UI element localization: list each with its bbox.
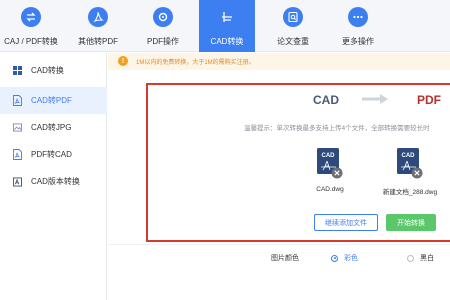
toolbar-label: CAD转换: [210, 37, 244, 46]
toolbar-caj-pdf-convert[interactable]: CAJ / PDF转换: [3, 0, 59, 52]
notice-text: 1M以内的免费转换，大于1M的需购买注册。: [136, 60, 255, 66]
gear-icon: [153, 7, 173, 27]
sidebar-item-label: CAD版本转换: [31, 177, 80, 186]
file-name: 新建文档_288.dwg: [382, 189, 438, 196]
radio-color[interactable]: 彩色: [331, 253, 358, 263]
arrow-right-icon: [362, 94, 388, 106]
toolbar-more-actions[interactable]: 更多操作: [330, 0, 386, 52]
dwg-file-icon: CAD: [317, 148, 343, 180]
sidebar-item-label: CAD转换: [31, 66, 64, 75]
cad-version-icon: [13, 176, 22, 187]
toolbar-label: CAJ / PDF转换: [4, 37, 58, 46]
sidebar-item-cad-convert[interactable]: CAD转换: [0, 57, 107, 84]
toolbar-paper-check[interactable]: 论文查重: [265, 0, 321, 52]
file-icon-text: CAD: [322, 153, 336, 159]
toolbar-other-to-pdf[interactable]: 其他转PDF: [70, 0, 126, 52]
file-name: CAD.dwg: [316, 186, 344, 193]
sidebar-item-pdf-to-cad[interactable]: PDF转CAD: [0, 141, 107, 168]
conversion-panel: CAD PDF 温馨提示：单次转换最多支持上传4个文件，全部转换需要较长时 CA…: [146, 83, 450, 242]
toolbar-pdf-operations[interactable]: PDF操作: [135, 0, 191, 52]
sidebar-item-label: CAD转PDF: [31, 96, 72, 105]
target-format: PDF: [417, 93, 441, 107]
tip-text: 温馨提示：单次转换最多支持上传4个文件，全部转换需要较长时: [244, 125, 430, 132]
more-icon: [348, 7, 368, 27]
sidebar-item-cad-to-jpg[interactable]: CAD转JPG: [0, 114, 107, 141]
image-color-label: 图片颜色: [271, 255, 299, 262]
sidebar-item-label: CAD转JPG: [31, 123, 72, 132]
sidebar-item-label: PDF转CAD: [31, 150, 72, 159]
file-card[interactable]: CAD CAD.dwg: [295, 148, 365, 193]
toolbar-label: 更多操作: [342, 37, 374, 46]
add-files-button[interactable]: 继续添加文件: [314, 214, 378, 231]
start-convert-button[interactable]: 开始转换: [386, 214, 436, 231]
grid-icon: [13, 65, 22, 76]
radio-dot: [331, 254, 338, 262]
sidebar-item-cad-to-pdf[interactable]: CAD转PDF: [0, 87, 107, 114]
radio-black-white[interactable]: 黑白: [407, 253, 434, 263]
pdf-file-icon: [13, 95, 22, 106]
source-format: CAD: [313, 93, 339, 107]
sidebar: CAD转换 CAD转PDF CAD转JPG PDF转CAD CAD版本转换: [0, 53, 107, 300]
toolbar-label: PDF操作: [147, 37, 179, 46]
image-file-icon: [13, 122, 22, 133]
swap-icon: [21, 7, 41, 27]
radio-dot: [407, 254, 414, 262]
radio-label: 黑白: [420, 255, 434, 262]
toolbar-cad-convert[interactable]: CAD转换: [199, 0, 255, 52]
toolbar-label: 其他转PDF: [78, 37, 118, 46]
pdf-file-icon: [13, 149, 22, 160]
file-icon-text: CAD: [402, 153, 416, 159]
cad-icon: [217, 7, 237, 27]
radio-label: 彩色: [344, 255, 358, 262]
search-doc-icon: [283, 7, 303, 27]
dwg-file-icon: CAD: [397, 148, 423, 180]
warning-icon: !: [118, 56, 128, 66]
file-card[interactable]: CAD 新建文档_288.dwg: [375, 148, 445, 196]
divider: [108, 244, 450, 245]
pdf-icon: [88, 7, 108, 27]
toolbar-label: 论文查重: [277, 37, 309, 46]
top-toolbar: CAJ / PDF转换 其他转PDF PDF操作 CAD转换 论文查重 更多操作: [0, 0, 450, 52]
sidebar-item-cad-version[interactable]: CAD版本转换: [0, 168, 107, 195]
notice-bar: ! 1M以内的免费转换，大于1M的需购买注册。: [108, 53, 450, 70]
